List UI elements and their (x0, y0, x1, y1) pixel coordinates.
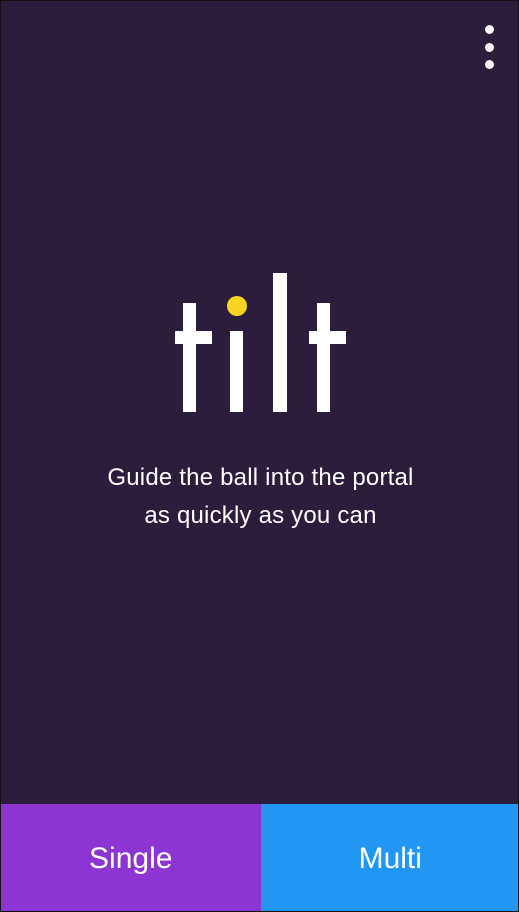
logo-ball (227, 296, 247, 316)
logo-letter-i-stem (230, 331, 243, 412)
logo-letter-t2-stem (317, 303, 330, 412)
menu-dot (484, 42, 494, 52)
logo-letter-l-stem (273, 273, 287, 412)
multi-player-button[interactable]: Multi (260, 804, 518, 911)
logo-letter-t1-stem (183, 303, 196, 412)
mode-buttons: Single Multi (1, 804, 518, 911)
menu-dot (484, 25, 494, 34)
tilt-logo-icon (175, 273, 346, 412)
logo-letter-t2-bar (309, 331, 346, 344)
logo-letter-t1-bar (175, 331, 212, 344)
more-vertical-icon[interactable] (482, 25, 496, 69)
menu-dot (484, 60, 494, 69)
tagline: Guide the ball into the portal as quickl… (1, 459, 518, 535)
tagline-line-1: Guide the ball into the portal (107, 464, 414, 491)
app-screen: Guide the ball into the portal as quickl… (0, 0, 519, 912)
tagline-line-2: as quickly as you can (144, 502, 377, 529)
single-player-button[interactable]: Single (1, 804, 261, 911)
